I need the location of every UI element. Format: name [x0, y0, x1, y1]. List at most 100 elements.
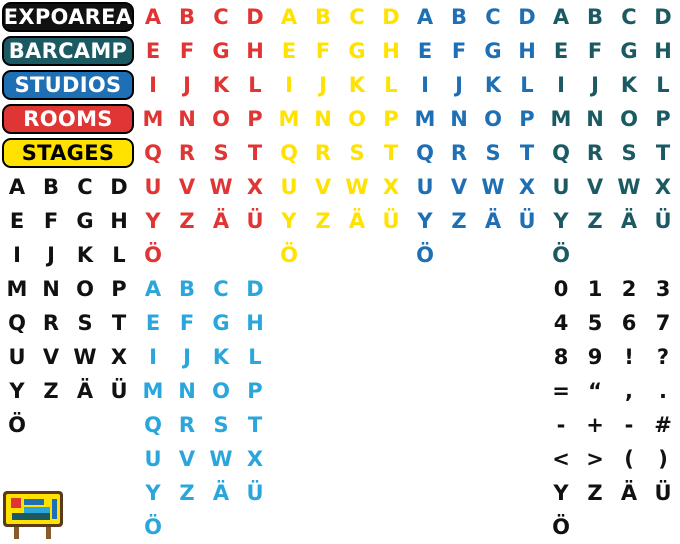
glyph: F	[587, 39, 603, 63]
glyph: X	[654, 175, 672, 199]
glyph: A	[144, 5, 162, 29]
glyph: (	[624, 447, 634, 471]
glyph: E	[9, 209, 25, 233]
glyph: G	[212, 39, 230, 63]
glyph: L	[656, 73, 670, 97]
glyph: H	[246, 311, 264, 335]
glyph: T	[655, 141, 671, 165]
glyph: S	[213, 141, 229, 165]
glyph: X	[382, 175, 400, 199]
glyph: G	[484, 39, 502, 63]
glyph: Ä	[76, 379, 94, 403]
glyph: H	[246, 39, 264, 63]
glyph: Ü	[654, 209, 672, 233]
glyph: 0	[553, 277, 569, 301]
glyph: Y	[145, 481, 161, 505]
glyph: U	[280, 175, 298, 199]
glyph: X	[246, 447, 264, 471]
glyph: O	[212, 379, 230, 403]
glyph: Ä	[484, 209, 502, 233]
glyph: 8	[553, 345, 569, 369]
glyph: D	[518, 5, 536, 29]
glyph: -	[556, 413, 566, 437]
glyph: Ä	[348, 209, 366, 233]
glyph: B	[178, 277, 195, 301]
glyph: C	[485, 5, 501, 29]
glyph: N	[314, 107, 332, 131]
glyph: O	[76, 277, 94, 301]
glyph: O	[348, 107, 366, 131]
glyph-grid-teal: ABCD EFGH I JKL MNOP QRST UVWX YZÄÜ Ö	[544, 0, 680, 272]
glyph: 9	[587, 345, 603, 369]
glyph: Z	[451, 209, 467, 233]
glyph: B	[178, 5, 195, 29]
glyph: W	[209, 175, 233, 199]
glyph: L	[384, 73, 398, 97]
glyph: A	[552, 5, 570, 29]
glyph: T	[247, 413, 263, 437]
glyph: S	[77, 311, 93, 335]
glyph: Z	[43, 379, 59, 403]
glyph: M	[142, 107, 164, 131]
glyph: Ö	[416, 243, 434, 267]
glyph: E	[553, 39, 569, 63]
glyph: P	[519, 107, 535, 131]
glyph: 1	[587, 277, 603, 301]
glyph: J	[319, 73, 327, 97]
glyph-grid-black-symbols: 0 1 2 3 4 5 6 7 8 9!? = “,. - + - # < >() Y Z Ä Ü Ö	[544, 272, 680, 544]
glyph: )	[658, 447, 668, 471]
glyph: Ö	[8, 413, 26, 437]
glyph: Q	[8, 311, 26, 335]
glyph: V	[314, 175, 332, 199]
glyph-grid-lightblue: ABCD EFGH I JKL MNOP QRST UVWX YZÄÜ Ö	[136, 272, 272, 544]
glyph: N	[178, 379, 196, 403]
glyph: L	[112, 243, 126, 267]
glyph: O	[484, 107, 502, 131]
glyph: J	[183, 345, 191, 369]
glyph: Q	[280, 141, 298, 165]
glyph: V	[178, 175, 196, 199]
glyph: P	[655, 107, 671, 131]
glyph: B	[314, 5, 331, 29]
glyph: Ü	[654, 481, 672, 505]
glyph: X	[518, 175, 536, 199]
glyph: ?	[656, 345, 670, 369]
glyph: =	[552, 379, 570, 403]
glyph: Ä	[620, 209, 638, 233]
category-badge-studios: STUDIOS	[2, 70, 134, 100]
glyph: Q	[552, 141, 570, 165]
glyph: Ö	[552, 515, 570, 539]
glyph: V	[178, 447, 196, 471]
glyph: B	[42, 175, 59, 199]
glyph: >	[586, 447, 604, 471]
glyph: D	[382, 5, 400, 29]
glyph: +	[586, 413, 604, 437]
glyph-grid-blue: ABCD EFGH I JKL MNOP QRST UVWX YZÄÜ Ö	[408, 0, 544, 272]
glyph: K	[348, 73, 366, 97]
glyph: W	[73, 345, 97, 369]
glyph: K	[212, 345, 230, 369]
glyph: M	[142, 379, 164, 403]
glyph: I	[149, 345, 157, 369]
glyph: C	[213, 5, 229, 29]
glyph: K	[620, 73, 638, 97]
glyph: F	[43, 209, 59, 233]
glyph: F	[179, 39, 195, 63]
glyph: B	[450, 5, 467, 29]
glyph: A	[280, 5, 298, 29]
glyph: !	[624, 345, 634, 369]
glyph: “	[588, 379, 602, 403]
glyph: 5	[587, 311, 603, 335]
glyph: Z	[315, 209, 331, 233]
glyph: U	[8, 345, 26, 369]
glyph: J	[455, 73, 463, 97]
glyph: V	[450, 175, 468, 199]
glyph: Ü	[246, 481, 264, 505]
glyph: 6	[621, 311, 637, 335]
glyph: G	[348, 39, 366, 63]
glyph: M	[278, 107, 300, 131]
glyph: N	[178, 107, 196, 131]
glyph: J	[591, 73, 599, 97]
glyph: 3	[655, 277, 671, 301]
glyph: H	[382, 39, 400, 63]
